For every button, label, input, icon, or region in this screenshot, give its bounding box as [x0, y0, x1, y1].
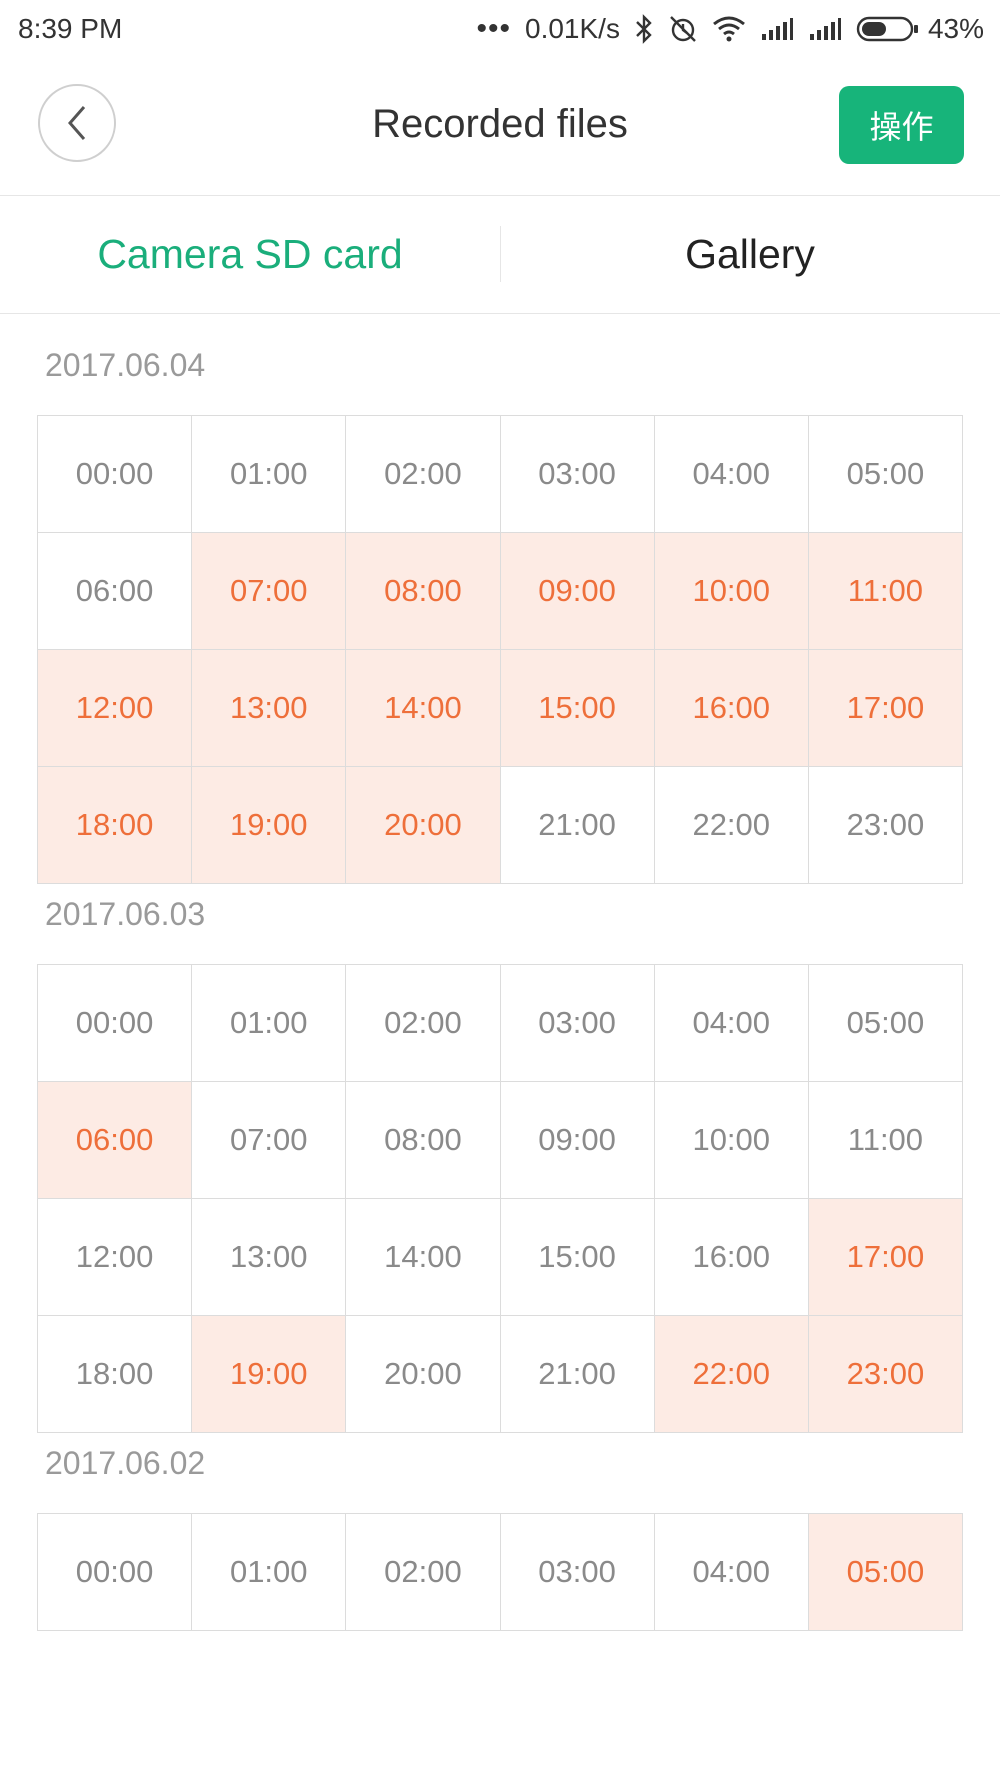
hour-cell-recorded[interactable]: 18:00: [38, 767, 193, 884]
hour-cell-recorded[interactable]: 22:00: [654, 1316, 809, 1433]
hour-cell-recorded[interactable]: 09:00: [500, 533, 655, 650]
signal-icon: [760, 16, 794, 42]
hour-cell-recorded[interactable]: 05:00: [808, 1514, 963, 1631]
hour-cell[interactable]: 00:00: [38, 416, 193, 533]
hour-cell[interactable]: 02:00: [346, 1514, 501, 1631]
status-time: 8:39 PM: [18, 13, 123, 44]
hour-cell[interactable]: 15:00: [500, 1199, 655, 1316]
hour-cell[interactable]: 00:00: [38, 1514, 193, 1631]
hour-cell-recorded[interactable]: 15:00: [500, 650, 655, 767]
hour-cell-recorded[interactable]: 16:00: [654, 650, 809, 767]
hour-cell[interactable]: 20:00: [346, 1316, 501, 1433]
hour-cell[interactable]: 03:00: [500, 416, 655, 533]
hour-grid: 00:00 01:00 02:00 03:00 04:00 05:00 06:00 07:00…: [37, 964, 963, 1433]
hour-cell-recorded[interactable]: 08:00: [346, 533, 501, 650]
signal-icon-2: [808, 16, 842, 42]
hour-cell-recorded[interactable]: 06:00: [38, 1082, 193, 1199]
hour-cell[interactable]: 05:00: [808, 965, 963, 1082]
wifi-icon: [712, 15, 746, 43]
hour-cell[interactable]: 04:00: [654, 965, 809, 1082]
hour-cell-recorded[interactable]: 20:00: [346, 767, 501, 884]
hour-cell-recorded[interactable]: 19:00: [192, 767, 347, 884]
hour-cell[interactable]: 14:00: [346, 1199, 501, 1316]
hour-cell[interactable]: 16:00: [654, 1199, 809, 1316]
hour-cell[interactable]: 01:00: [192, 1514, 347, 1631]
hour-cell[interactable]: 02:00: [346, 416, 501, 533]
hour-cell-recorded[interactable]: 19:00: [192, 1316, 347, 1433]
header: Recorded files 操作: [0, 58, 1000, 196]
hour-cell[interactable]: 04:00: [654, 1514, 809, 1631]
hour-cell[interactable]: 22:00: [654, 767, 809, 884]
battery-icon: [856, 16, 918, 42]
hour-cell-recorded[interactable]: 23:00: [808, 1316, 963, 1433]
status-icons: ••• 0.01K/s 43%: [476, 12, 984, 46]
tab-gallery[interactable]: Gallery: [500, 196, 1000, 313]
hour-cell[interactable]: 03:00: [500, 965, 655, 1082]
date-label: 2017.06.04: [45, 347, 206, 383]
alarm-off-icon: [668, 14, 698, 44]
hour-grid: 00:00 01:00 02:00 03:00 04:00 05:00 06:00 07:00…: [37, 415, 963, 884]
bluetooth-icon: [634, 14, 654, 44]
hour-cell[interactable]: 11:00: [808, 1082, 963, 1199]
hour-cell-recorded[interactable]: 14:00: [346, 650, 501, 767]
hour-cell[interactable]: 10:00: [654, 1082, 809, 1199]
hour-cell[interactable]: 09:00: [500, 1082, 655, 1199]
hour-cell-recorded[interactable]: 10:00: [654, 533, 809, 650]
hour-cell[interactable]: 01:00: [192, 965, 347, 1082]
hour-cell[interactable]: 06:00: [38, 533, 193, 650]
hour-cell-recorded[interactable]: 11:00: [808, 533, 963, 650]
hour-cell[interactable]: 05:00: [808, 416, 963, 533]
hour-cell[interactable]: 12:00: [38, 1199, 193, 1316]
more-dots-icon: •••: [476, 12, 511, 45]
battery-indicator: 43%: [856, 13, 984, 45]
hour-cell[interactable]: 23:00: [808, 767, 963, 884]
hour-cell[interactable]: 18:00: [38, 1316, 193, 1433]
battery-percent: 43%: [927, 13, 984, 44]
hour-cell[interactable]: 08:00: [346, 1082, 501, 1199]
hour-cell-recorded[interactable]: 07:00: [192, 533, 347, 650]
date-label: 2017.06.03: [45, 896, 206, 932]
date-label: 2017.06.02: [45, 1445, 206, 1481]
hour-cell[interactable]: 13:00: [192, 1199, 347, 1316]
app-screen: 8:39 PM ••• 0.01K/s 43% Recorded files 操…: [0, 0, 1000, 1778]
hour-cell[interactable]: 21:00: [500, 767, 655, 884]
tab-camera-sd-card[interactable]: Camera SD card: [0, 196, 500, 313]
actions-button[interactable]: 操作: [839, 86, 964, 164]
hour-cell[interactable]: 04:00: [654, 416, 809, 533]
status-bar: 8:39 PM ••• 0.01K/s 43%: [0, 0, 1000, 58]
hour-cell[interactable]: 00:00: [38, 965, 193, 1082]
hour-cell[interactable]: 03:00: [500, 1514, 655, 1631]
network-speed: 0.01K/s: [525, 13, 620, 44]
hour-cell[interactable]: 07:00: [192, 1082, 347, 1199]
hour-cell[interactable]: 02:00: [346, 965, 501, 1082]
hour-cell-recorded[interactable]: 13:00: [192, 650, 347, 767]
hour-cell-recorded[interactable]: 17:00: [808, 1199, 963, 1316]
tab-bar: Camera SD card Gallery: [0, 196, 1000, 314]
hour-grid: 00:00 01:00 02:00 03:00 04:00 05:00: [37, 1513, 963, 1631]
hour-cell-recorded[interactable]: 12:00: [38, 650, 193, 767]
hour-cell[interactable]: 21:00: [500, 1316, 655, 1433]
hour-cell[interactable]: 01:00: [192, 416, 347, 533]
hour-cell-recorded[interactable]: 17:00: [808, 650, 963, 767]
